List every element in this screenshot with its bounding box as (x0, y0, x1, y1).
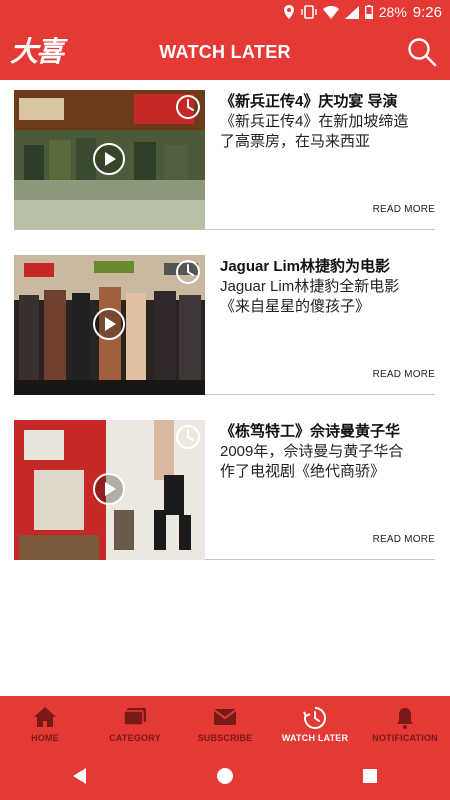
status-bar: 28% 9:26 (0, 0, 450, 24)
home-button-icon[interactable] (213, 764, 237, 788)
read-more-link[interactable]: READ MORE (373, 369, 435, 380)
card-title[interactable]: Jaguar Lim林捷豹为电影 (220, 257, 410, 277)
mail-icon (213, 709, 237, 725)
nav-category[interactable]: CATEGORY (90, 696, 180, 752)
card-title[interactable]: 《新兵正传4》庆功宴 导演 (220, 92, 410, 112)
card-title[interactable]: 《栋笃特工》佘诗曼黄子华 (220, 422, 410, 442)
play-icon[interactable] (92, 472, 126, 506)
nav-label: SUBSCRIBE (197, 733, 253, 743)
category-icon (123, 708, 146, 726)
bell-icon (397, 708, 413, 729)
watch-later-icon[interactable] (175, 94, 201, 120)
nav-watch-later[interactable]: WATCH LATER (270, 696, 360, 752)
play-icon[interactable] (92, 142, 126, 176)
app-bar: 大喜 WATCH LATER (0, 24, 450, 80)
card-description: 《新兵正传4》在新加坡缔造了高票房，在马来西亚 (220, 113, 409, 150)
watch-later-icon[interactable] (175, 424, 201, 450)
nav-label: CATEGORY (109, 733, 161, 743)
nav-label: NOTIFICATION (372, 733, 438, 743)
list-item[interactable]: Jaguar Lim林捷豹为电影 Jaguar Lim林捷豹全新电影《来自星星的… (14, 245, 435, 395)
card-description: 2009年，佘诗曼与黄子华合作了电视剧《绝代商骄》 (220, 443, 404, 480)
nav-notification[interactable]: NOTIFICATION (360, 696, 450, 752)
home-icon (34, 707, 56, 727)
video-thumbnail[interactable] (14, 420, 205, 560)
clock-icon (303, 706, 327, 729)
nav-label: WATCH LATER (281, 733, 349, 743)
battery-icon (364, 5, 373, 19)
list-item[interactable]: 《新兵正传4》庆功宴 导演 《新兵正传4》在新加坡缔造了高票房，在马来西亚 RE… (14, 80, 435, 230)
nav-label: HOME (31, 733, 59, 743)
wifi-icon (322, 5, 339, 19)
video-thumbnail[interactable] (14, 255, 205, 395)
watch-later-icon[interactable] (175, 259, 201, 285)
back-icon[interactable] (68, 764, 92, 788)
system-nav-bar (0, 752, 450, 800)
video-thumbnail[interactable] (14, 90, 205, 230)
nav-home[interactable]: HOME (0, 696, 90, 752)
read-more-link[interactable]: READ MORE (373, 534, 435, 545)
recents-icon[interactable] (358, 764, 382, 788)
card-description: Jaguar Lim林捷豹全新电影《来自星星的傻孩子》 (220, 278, 400, 315)
signal-icon (344, 5, 359, 19)
clock-time: 9:26 (412, 3, 442, 21)
play-icon[interactable] (92, 307, 126, 341)
search-icon[interactable] (406, 36, 438, 68)
nav-subscribe[interactable]: SUBSCRIBE (180, 696, 270, 752)
list-item[interactable]: 《栋笃特工》佘诗曼黄子华 2009年，佘诗曼与黄子华合作了电视剧《绝代商骄》 R… (14, 410, 435, 560)
status-icons: 28% 9:26 (283, 0, 442, 24)
battery-percent: 28% (378, 4, 407, 20)
location-icon (283, 5, 294, 19)
vibrate-icon (301, 5, 317, 19)
page-title: WATCH LATER (159, 42, 291, 62)
bottom-nav: HOME CATEGORY SUBSCRIBE WATCH LATER NOTI… (0, 696, 450, 752)
read-more-link[interactable]: READ MORE (373, 204, 435, 215)
